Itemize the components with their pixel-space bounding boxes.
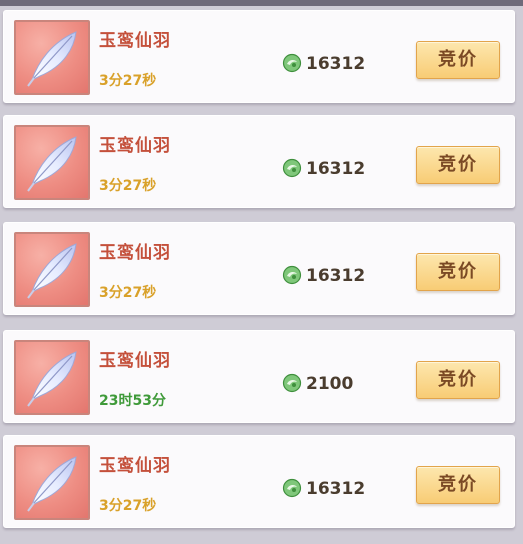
feather-icon[interactable] <box>14 340 90 415</box>
auction-row: 玉鸾仙羽 3分27秒 16312 竞价 <box>3 435 515 528</box>
jade-coin-icon <box>282 478 302 498</box>
item-name: 玉鸾仙羽 <box>99 456 171 476</box>
auction-row: 玉鸾仙羽 23时53分 2100 竞价 <box>3 330 515 423</box>
time-remaining: 23时53分 <box>99 393 166 409</box>
time-remaining: 3分27秒 <box>99 498 157 514</box>
item-name: 玉鸾仙羽 <box>99 243 171 263</box>
item-name: 玉鸾仙羽 <box>99 351 171 371</box>
jade-coin-icon <box>282 158 302 178</box>
bid-button[interactable]: 竞价 <box>416 253 500 291</box>
jade-coin-icon <box>282 53 302 73</box>
auction-row: 玉鸾仙羽 3分27秒 16312 竞价 <box>3 115 515 208</box>
time-remaining: 3分27秒 <box>99 73 157 89</box>
feather-icon[interactable] <box>14 20 90 95</box>
jade-coin-icon <box>282 265 302 285</box>
feather-icon[interactable] <box>14 445 90 520</box>
top-divider <box>0 0 523 6</box>
time-remaining: 3分27秒 <box>99 178 157 194</box>
auction-row: 玉鸾仙羽 3分27秒 16312 竞价 <box>3 222 515 315</box>
bid-button[interactable]: 竞价 <box>416 146 500 184</box>
bid-button[interactable]: 竞价 <box>416 41 500 79</box>
feather-icon[interactable] <box>14 232 90 307</box>
time-remaining: 3分27秒 <box>99 285 157 301</box>
jade-coin-icon <box>282 373 302 393</box>
price-value: 16312 <box>306 479 366 499</box>
price-value: 16312 <box>306 159 366 179</box>
price-value: 16312 <box>306 266 366 286</box>
item-name: 玉鸾仙羽 <box>99 31 171 51</box>
price-value: 16312 <box>306 54 366 74</box>
feather-icon[interactable] <box>14 125 90 200</box>
bid-button[interactable]: 竞价 <box>416 361 500 399</box>
item-name: 玉鸾仙羽 <box>99 136 171 156</box>
price-value: 2100 <box>306 374 354 394</box>
auction-row: 玉鸾仙羽 3分27秒 16312 竞价 <box>3 10 515 103</box>
bid-button[interactable]: 竞价 <box>416 466 500 504</box>
